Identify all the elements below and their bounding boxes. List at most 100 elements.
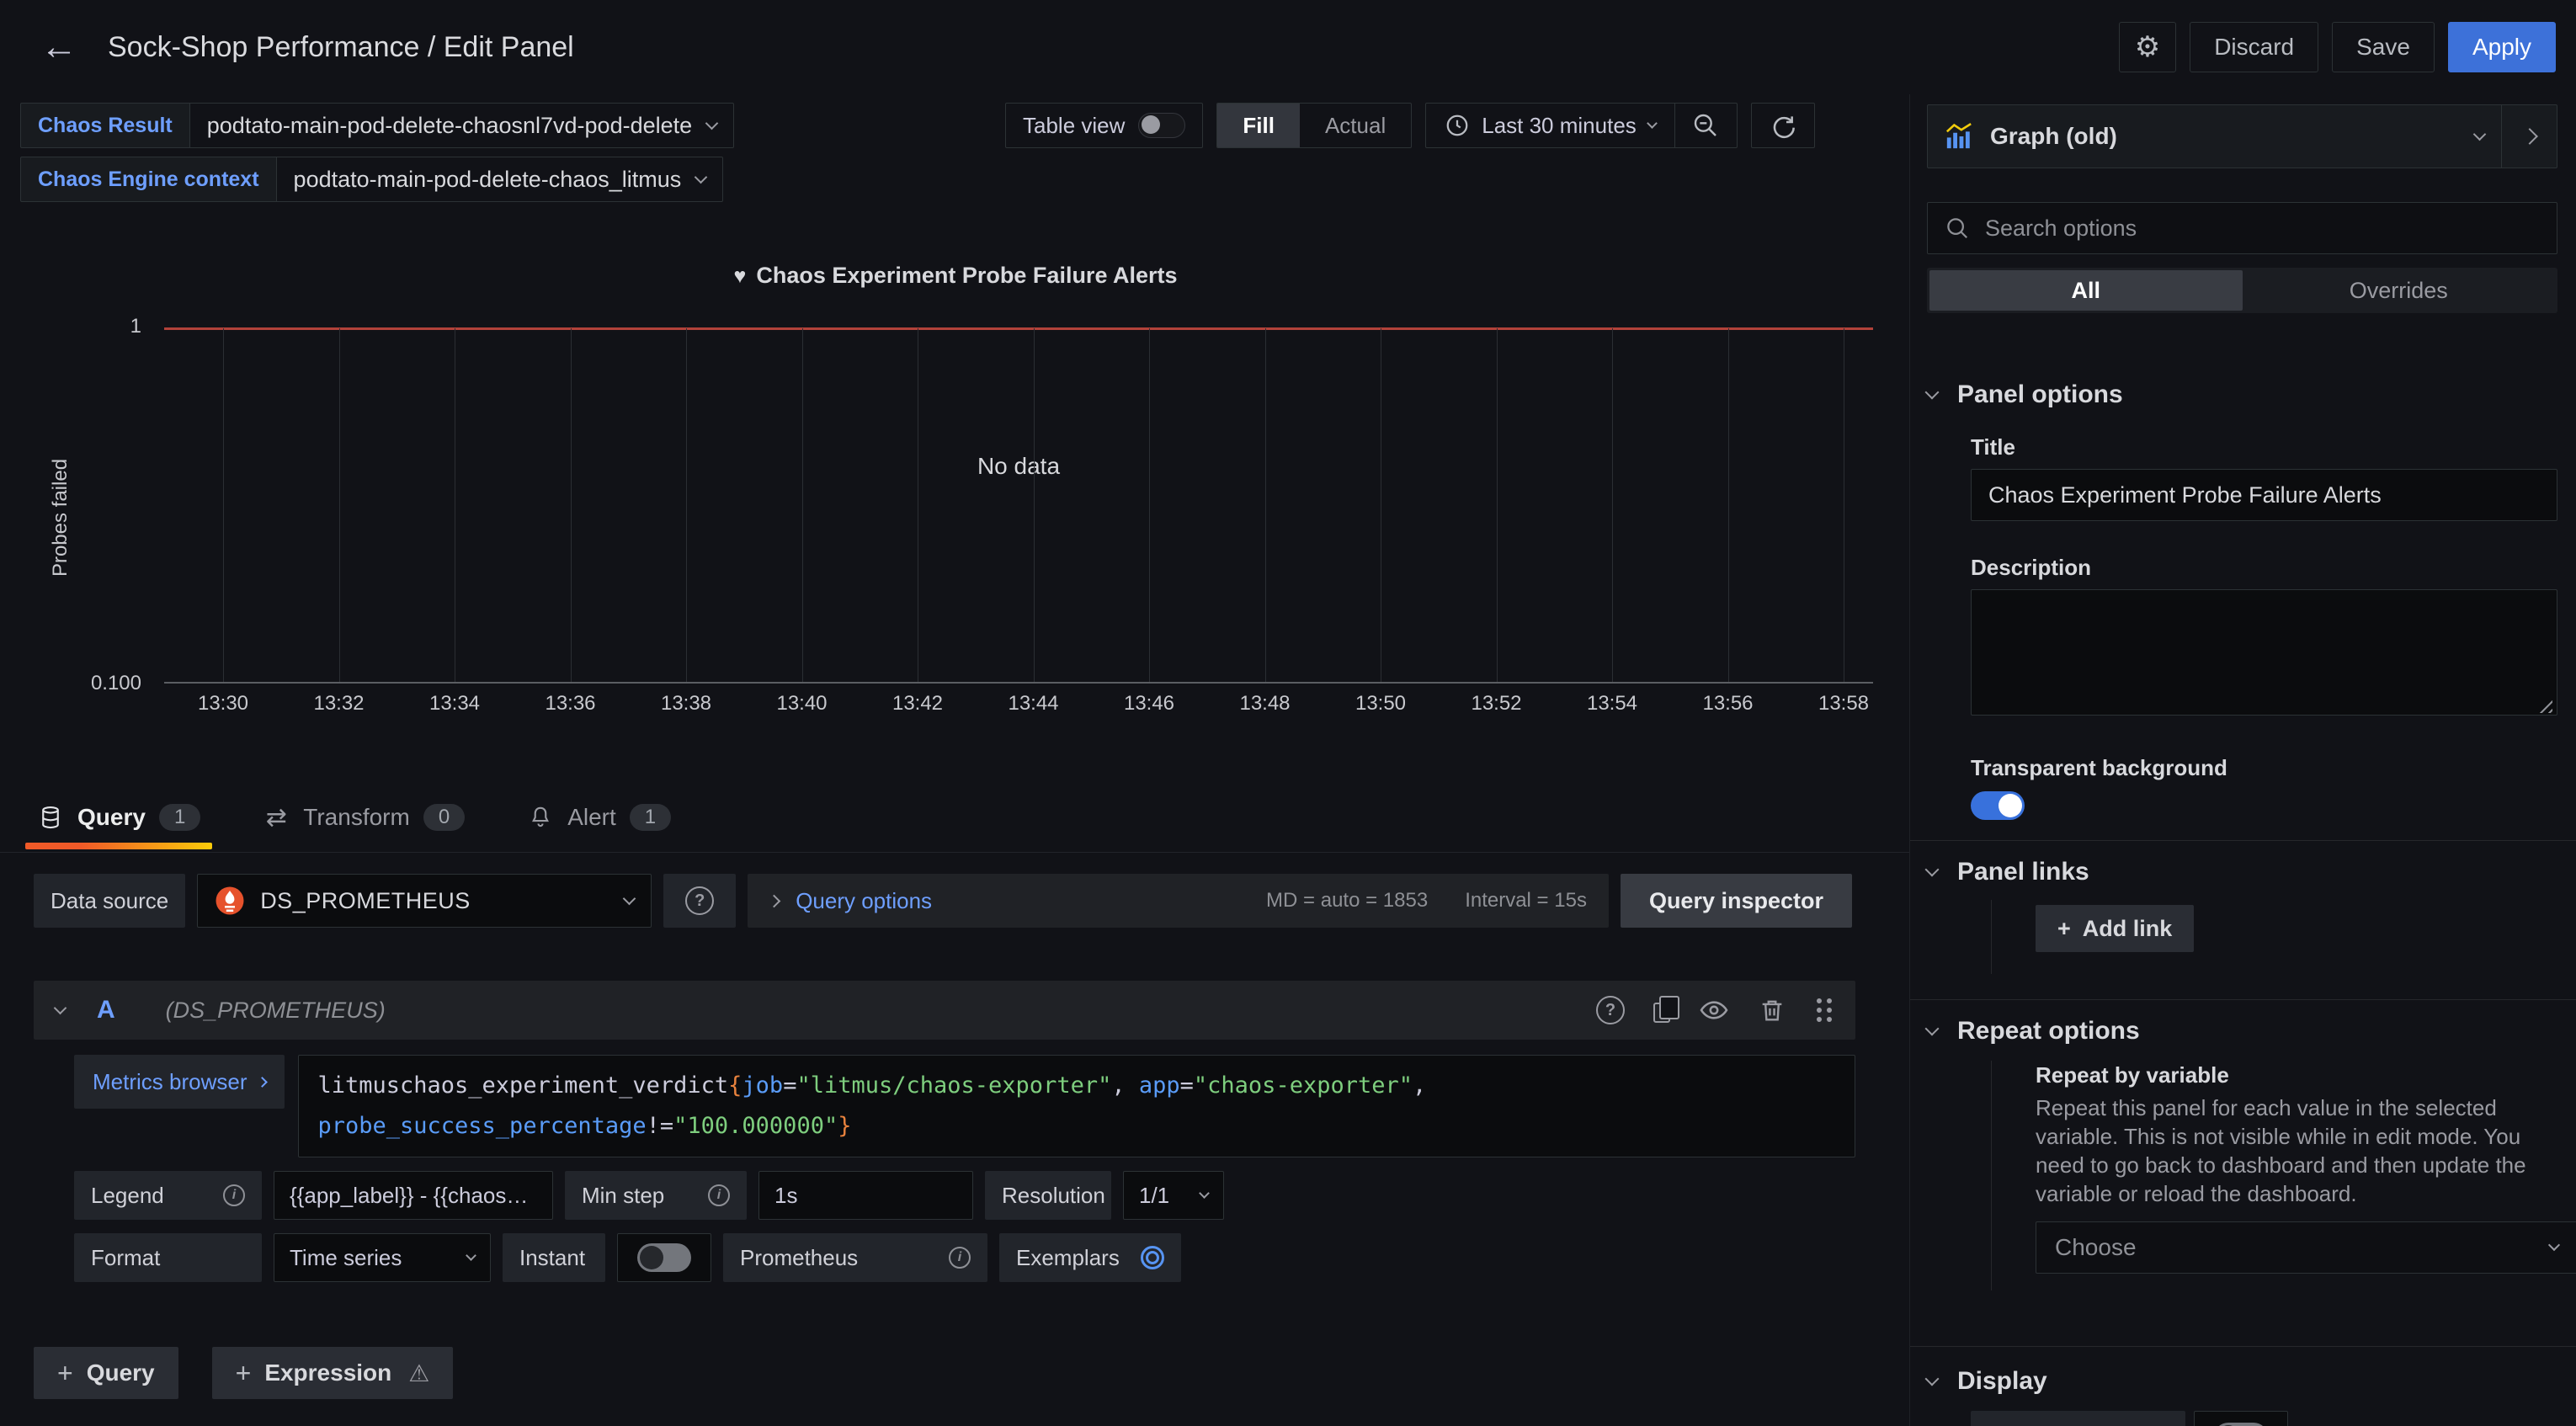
query-help-icon[interactable]: ? xyxy=(1596,996,1625,1024)
panel-description-textarea[interactable] xyxy=(1971,589,2557,716)
bars-toggle[interactable] xyxy=(2214,1423,2268,1426)
toggle-viz-picker-button[interactable] xyxy=(2501,105,2557,168)
x-axis-tick-label: 13:46 xyxy=(1124,692,1174,716)
datasource-select[interactable]: DS_PROMETHEUS xyxy=(197,874,652,928)
zoom-out-button[interactable] xyxy=(1674,104,1737,147)
refresh-button[interactable] xyxy=(1751,103,1815,148)
repeat-options-body: Repeat by variable Repeat this panel for… xyxy=(1991,1061,2557,1290)
fill-option[interactable]: Fill xyxy=(1217,104,1300,147)
add-link-button[interactable]: + Add link xyxy=(2036,905,2194,952)
dashboard-variables: Chaos Result podtato-main-pod-delete-cha… xyxy=(20,103,734,202)
panel-title-input[interactable] xyxy=(1971,469,2557,521)
clock-icon xyxy=(1445,113,1470,138)
format-select[interactable]: Time series xyxy=(274,1233,491,1282)
x-axis-tick-label: 13:48 xyxy=(1239,692,1290,716)
query-inspector-button[interactable]: Query inspector xyxy=(1621,874,1852,928)
variable-value-dropdown[interactable]: podtato-main-pod-delete-chaosnl7vd-pod-d… xyxy=(189,103,734,148)
gear-icon: ⚙ xyxy=(2135,30,2160,64)
apply-button[interactable]: Apply xyxy=(2448,22,2556,72)
chevron-down-icon xyxy=(1925,1022,1940,1036)
tab-count-badge: 1 xyxy=(159,804,200,831)
code-token: litmuschaos_experiment_verdict xyxy=(317,1072,728,1099)
chevron-right-icon xyxy=(258,1077,269,1088)
legend-label: Legendi xyxy=(74,1171,262,1220)
save-button[interactable]: Save xyxy=(2332,22,2435,72)
toggle-visibility-eye-icon[interactable] xyxy=(1699,995,1729,1025)
x-axis-tick-label: 13:56 xyxy=(1702,692,1753,716)
y-axis-label: Probes failed xyxy=(49,434,72,602)
promql-expression-editor[interactable]: litmuschaos_experiment_verdict{job="litm… xyxy=(298,1055,1855,1157)
alert-threshold-line xyxy=(164,327,1873,330)
drag-handle-icon[interactable] xyxy=(1815,997,1834,1024)
filter-tab-overrides[interactable]: Overrides xyxy=(2243,270,2556,311)
time-range-group: Last 30 minutes xyxy=(1425,103,1738,148)
add-query-button[interactable]: + Query xyxy=(34,1347,178,1399)
add-expression-button[interactable]: + Expression ⚠ xyxy=(212,1347,454,1399)
visualization-select[interactable]: Graph (old) xyxy=(1928,105,2501,168)
duplicate-query-icon[interactable] xyxy=(1653,1003,1670,1023)
tab-transform[interactable]: ⇄ Transform 0 xyxy=(251,785,476,849)
resolution-label: Resolution xyxy=(985,1171,1111,1220)
chevron-down-icon xyxy=(695,170,708,184)
code-token: = xyxy=(783,1072,796,1099)
instant-toggle-box xyxy=(617,1233,711,1282)
plot-area[interactable]: No data xyxy=(164,328,1873,684)
back-arrow-icon[interactable]: ← xyxy=(40,29,77,66)
exemplars-target-icon[interactable] xyxy=(1141,1246,1164,1269)
chart-title: ♥Chaos Experiment Probe Failure Alerts xyxy=(25,263,1886,289)
chevron-down-icon xyxy=(623,891,636,905)
variable-value-dropdown[interactable]: podtato-main-pod-delete-chaos_litmus xyxy=(276,157,724,202)
chevron-down-icon xyxy=(1925,1372,1940,1386)
instant-toggle[interactable] xyxy=(637,1243,691,1272)
plus-icon: + xyxy=(57,1358,73,1389)
display-body: Bars xyxy=(1971,1411,2557,1426)
divider xyxy=(1910,999,2576,1000)
promql-code-line: probe_success_percentage!="100.000000"} xyxy=(317,1106,1836,1147)
legend-input[interactable] xyxy=(274,1171,553,1220)
search-icon xyxy=(1945,215,1970,241)
query-options-link[interactable]: Query options xyxy=(796,888,932,914)
time-range-label: Last 30 minutes xyxy=(1482,113,1637,139)
datasource-help-button[interactable]: ? xyxy=(663,874,736,928)
x-axis-tick-label: 13:34 xyxy=(429,692,480,716)
code-token: "litmus/chaos-exporter" xyxy=(796,1072,1111,1099)
query-header[interactable]: A (DS_PROMETHEUS) ? xyxy=(34,981,1855,1040)
x-axis-tick-label: 13:54 xyxy=(1587,692,1637,716)
time-range-picker[interactable]: Last 30 minutes xyxy=(1426,104,1674,147)
discard-button[interactable]: Discard xyxy=(2190,22,2318,72)
visualization-name: Graph (old) xyxy=(1990,123,2117,150)
delete-query-trash-icon[interactable] xyxy=(1758,996,1786,1024)
chart-gridline xyxy=(1034,328,1035,682)
filter-tab-all[interactable]: All xyxy=(1929,270,2243,311)
panel-settings-button[interactable]: ⚙ xyxy=(2119,22,2176,72)
panel-links-section-header[interactable]: Panel links xyxy=(1927,858,2557,886)
search-options-input[interactable] xyxy=(1985,215,2540,242)
query-options-bar[interactable]: Query options MD = auto = 1853 Interval … xyxy=(748,874,1609,928)
plus-icon: + xyxy=(236,1358,252,1389)
expression-row: Metrics browser litmuschaos_experiment_v… xyxy=(74,1055,1855,1157)
repeat-variable-select[interactable]: Choose xyxy=(2036,1221,2576,1274)
repeat-options-section-header[interactable]: Repeat options xyxy=(1927,1017,2557,1046)
table-view-toggle[interactable] xyxy=(1138,113,1185,138)
panel-options-section-header[interactable]: Panel options xyxy=(1927,380,2557,409)
x-axis: 13:3013:3213:3413:3613:3813:4013:4213:44… xyxy=(164,692,1873,726)
bars-toggle-box xyxy=(2194,1411,2288,1426)
display-section-header[interactable]: Display xyxy=(1927,1367,2557,1396)
code-token: = xyxy=(1180,1072,1194,1099)
collapse-chevron-icon[interactable] xyxy=(54,1001,67,1014)
code-token: "100.000000" xyxy=(673,1113,838,1139)
query-editor-card: A (DS_PROMETHEUS) ? Metrics browser litm… xyxy=(34,981,1855,1282)
variable-label: Chaos Result xyxy=(20,103,189,148)
min-step-input[interactable] xyxy=(758,1171,973,1220)
metrics-browser-button[interactable]: Metrics browser xyxy=(74,1055,285,1109)
actual-option[interactable]: Actual xyxy=(1300,104,1411,147)
tab-query[interactable]: Query 1 xyxy=(25,785,212,849)
datasource-name: DS_PROMETHEUS xyxy=(260,888,471,914)
query-options-summary: MD = auto = 1853 Interval = 15s xyxy=(1266,889,1587,913)
tab-alert[interactable]: Alert 1 xyxy=(515,785,683,849)
transparent-background-toggle[interactable] xyxy=(1971,791,2025,820)
format-label: Format xyxy=(74,1233,262,1282)
code-token: "chaos-exporter" xyxy=(1194,1072,1413,1099)
resolution-select[interactable]: 1/1 xyxy=(1123,1171,1224,1220)
x-axis-tick-label: 13:50 xyxy=(1355,692,1406,716)
